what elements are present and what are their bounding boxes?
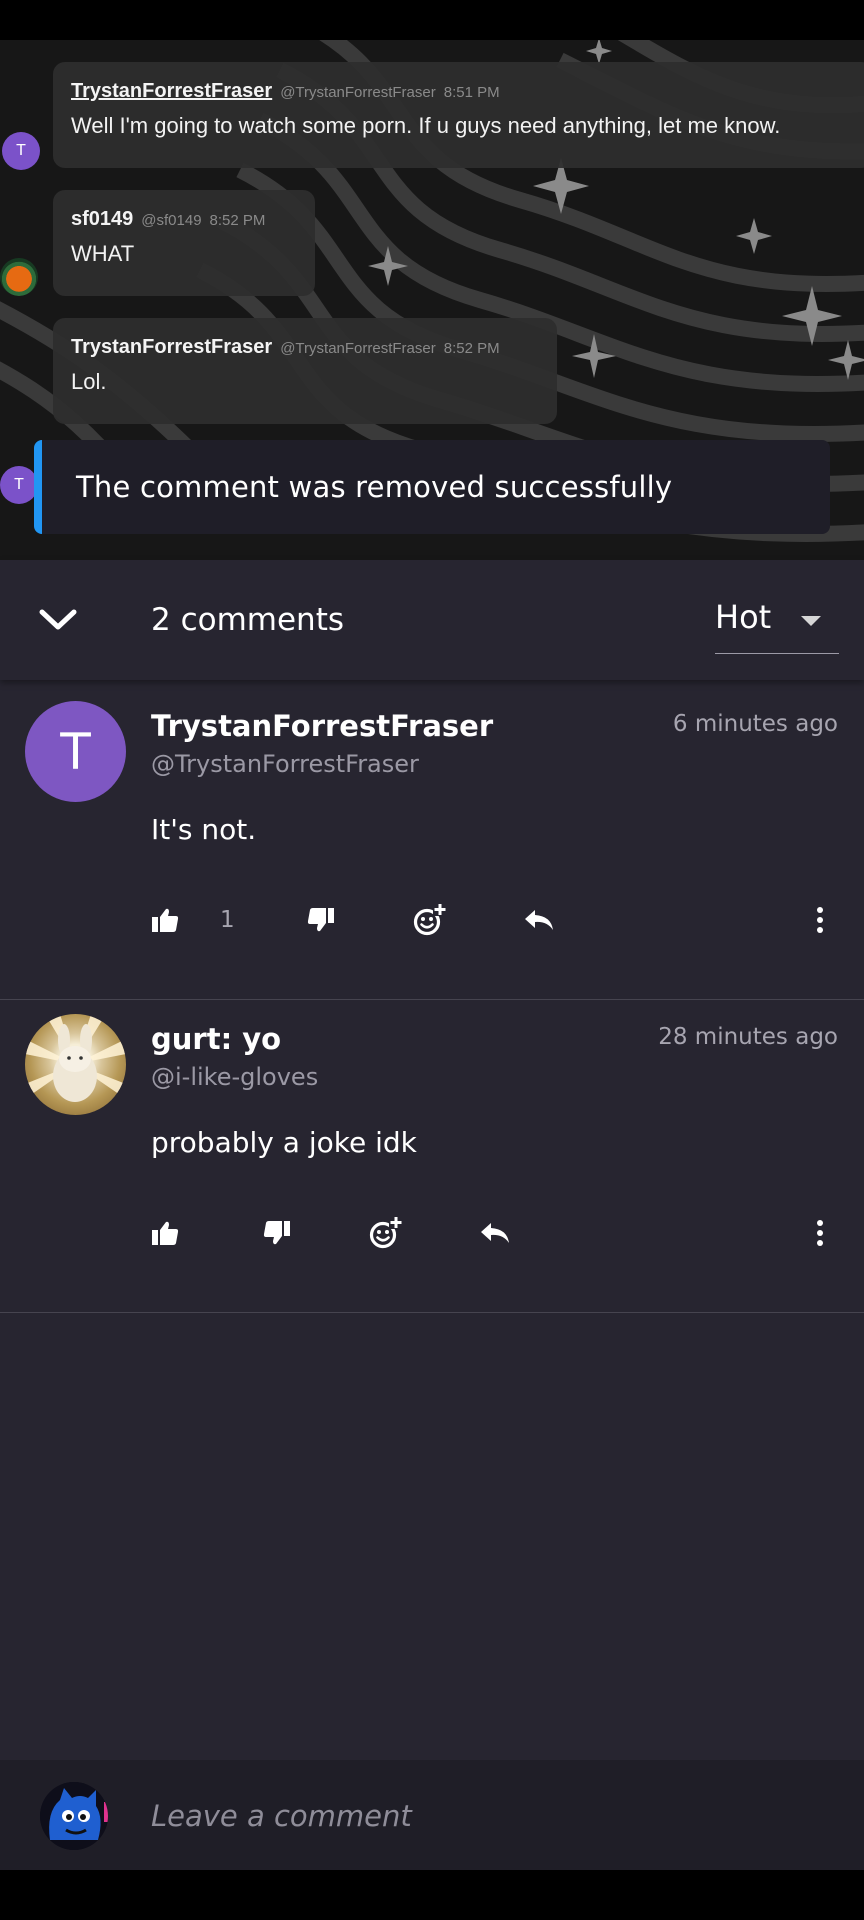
chat-text: Lol. [71,369,107,394]
more-vertical-icon [817,907,823,913]
chat-text: Well I'm going to watch some porn. If u … [71,113,781,138]
status-bar [0,0,864,40]
chat-text: WHAT [71,241,135,266]
user-avatar-icon [40,1782,108,1850]
thumbs-down-icon [307,908,334,932]
comment-item: T TrystanForrestFraser @TrystanForrestFr… [0,687,864,1000]
add-reaction-icon [369,1216,403,1249]
chat-author: TrystanForrestFraser [71,80,273,102]
chat-handle: @TrystanForrestFraser [280,340,436,357]
thumbs-up-icon [152,1221,179,1245]
comments-header: 2 comments Hot [0,560,864,680]
add-reaction-button[interactable] [369,1212,403,1254]
sort-dropdown[interactable]: Hot [715,590,839,654]
dislike-button[interactable] [307,899,335,941]
chat-time: 8:52 PM [209,212,266,229]
thumbs-up-icon [152,908,179,932]
reply-button[interactable] [523,899,555,941]
comment-author[interactable]: TrystanForrestFraser [151,709,493,743]
chat-avatar: T [0,466,38,504]
toast-text: The comment was removed successfully [76,470,673,504]
add-reaction-button[interactable] [413,899,447,941]
collapse-button[interactable] [34,598,82,642]
avatar[interactable] [25,1014,126,1115]
add-reaction-icon [413,903,447,936]
chat-time: 8:52 PM [443,340,500,357]
chat-author: sf0149 [71,208,134,230]
reply-icon [525,910,553,930]
dislike-button[interactable] [263,1212,291,1254]
chevron-down-icon [39,609,77,630]
more-options-button[interactable] [812,899,828,941]
toast-notification: The comment was removed successfully [34,440,830,534]
comment-text: It's not. [151,813,257,846]
chat-handle: @sf0149 [141,212,202,229]
chat-time: 8:51 PM [443,84,500,101]
comment-time: 28 minutes ago [658,1024,838,1050]
more-vertical-icon [817,1220,823,1226]
like-count: 1 [220,907,235,933]
comment-handle: @i-like-gloves [151,1063,319,1091]
more-options-button[interactable] [812,1212,828,1254]
chat-author: TrystanForrestFraser [71,336,273,358]
current-user-avatar[interactable] [40,1782,108,1850]
chat-avatar: T [2,132,40,170]
avatar-picture-icon [25,1014,126,1102]
comment-input[interactable] [151,1788,831,1844]
comment-item: gurt: yo @i-like-gloves 28 minutes ago p… [0,1000,864,1313]
chat-message: TrystanForrestFraser @TrystanForrestFras… [53,62,864,168]
comment-time: 6 minutes ago [672,711,838,737]
comment-text: probably a joke idk [151,1126,417,1159]
like-button[interactable] [151,899,179,941]
comments-sheet: 2 comments Hot T TrystanForrestFraser @T… [0,560,864,1760]
reply-icon [481,1223,509,1243]
like-button[interactable] [151,1212,179,1254]
chat-handle: @TrystanForrestFraser [280,84,436,101]
reply-button[interactable] [479,1212,511,1254]
comment-count: 2 comments [151,602,345,638]
comment-author[interactable]: gurt: yo [151,1022,281,1056]
navigation-bar [0,1870,864,1920]
chat-message: TrystanForrestFraser @TrystanForrestFras… [53,318,557,424]
avatar[interactable]: T [25,701,126,802]
thumbs-down-icon [263,1221,290,1245]
toast-accent-bar [34,440,42,534]
chat-message: sf0149 @sf0149 8:52 PM WHAT [53,190,315,296]
pumpkin-avatar-icon [0,258,38,296]
caret-down-icon [801,616,821,626]
sort-value: Hot [715,598,772,636]
comment-composer [0,1760,864,1870]
comment-handle: @TrystanForrestFraser [151,750,419,778]
